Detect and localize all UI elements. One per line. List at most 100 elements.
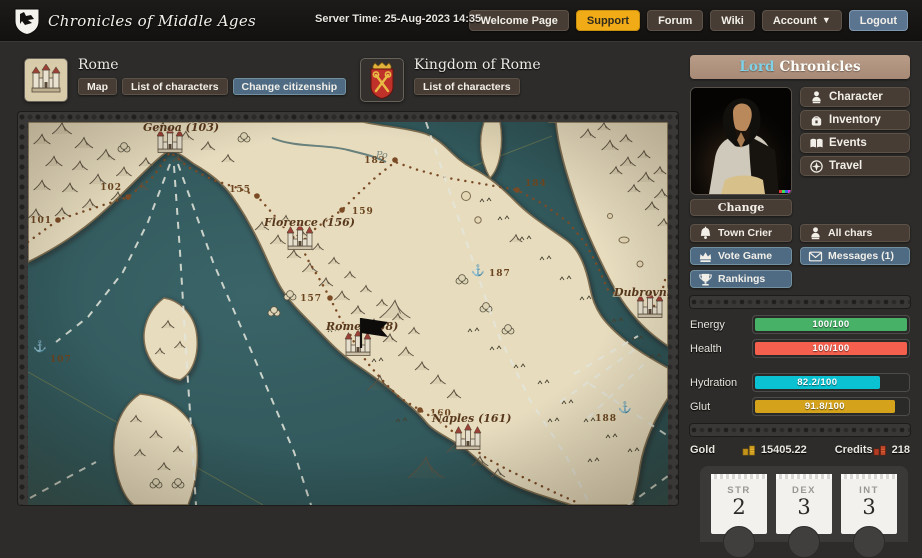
all-chars-button[interactable]: All chars [800, 224, 910, 242]
world-map[interactable]: 101102155159157182184160⚓107⚓187⚓188Geno… [28, 122, 668, 505]
button-label: List of characters [131, 81, 219, 93]
change-citizenship-button[interactable]: Change citizenship [233, 78, 347, 95]
button-label: Welcome Page [480, 15, 557, 27]
hydration-label: Hydration [690, 377, 752, 389]
svg-text:Genoa (103): Genoa (103) [143, 122, 219, 134]
vote-game-button[interactable]: Vote Game [690, 247, 792, 265]
stat-card-dex: DEX3 [776, 474, 832, 534]
button-label: Travel [829, 160, 862, 172]
list-of-characters-button[interactable]: List of characters [122, 78, 228, 95]
button-label: Change citizenship [242, 81, 338, 93]
wiki-button[interactable]: Wiki [710, 10, 755, 31]
svg-text:159: 159 [352, 207, 374, 217]
list-of-characters-button[interactable]: List of characters [414, 78, 520, 95]
satchel-icon [809, 113, 824, 128]
hydration-bar-fill: 82.2/100 [755, 376, 880, 389]
stat-knob[interactable] [723, 526, 755, 558]
divider-ornament [690, 424, 910, 436]
gold-coins-icon [742, 444, 756, 456]
energy-bar-row: Energy100/100 [690, 315, 910, 334]
support-button[interactable]: Support [576, 10, 640, 31]
button-label: Vote Game [718, 250, 772, 262]
anchor-icon: ⚓ [33, 340, 47, 353]
character-name-banner[interactable]: Lord Chronicles [690, 55, 910, 79]
messages-1-button[interactable]: Messages (1) [800, 247, 910, 265]
status-bars: Energy100/100Health100/100Hydration82.2/… [690, 315, 910, 416]
trophy-icon [698, 272, 713, 287]
kingdom-thumbnail[interactable] [360, 58, 404, 102]
svg-text:155: 155 [229, 185, 251, 195]
divider-ornament [690, 296, 910, 308]
character-sidebar: Lord Chronicles [690, 55, 910, 542]
stat-knob[interactable] [853, 526, 885, 558]
brand[interactable]: Chronicles of Middle Ages [14, 7, 256, 35]
logout-button[interactable]: Logout [849, 10, 908, 31]
account-button[interactable]: Account▼ [762, 10, 842, 31]
credits-label: Credits [835, 444, 873, 456]
stat-knob[interactable] [788, 526, 820, 558]
gold-value: 15405.22 [761, 444, 807, 456]
character-button[interactable]: Character [800, 87, 910, 107]
compass-icon [809, 159, 824, 174]
town-buttons: Map List of characters Change citizenship [78, 78, 346, 95]
health-bar: 100/100 [752, 339, 910, 358]
glut-label: Glut [690, 401, 752, 413]
gold-label: Gold [690, 444, 742, 456]
welcome-page-button[interactable]: Welcome Page [469, 10, 568, 31]
forum-button[interactable]: Forum [647, 10, 703, 31]
energy-bar: 100/100 [752, 315, 910, 334]
town-header: Rome Map List of characters Change citizen… [24, 58, 346, 102]
quick-actions: Town Crier All chars Vote Game Messages (1)… [690, 224, 910, 288]
bell-icon [698, 226, 713, 241]
events-button[interactable]: Events [800, 133, 910, 153]
hydration-bar-row: Hydration82.2/100 [690, 373, 910, 392]
inventory-button[interactable]: Inventory [800, 110, 910, 130]
anchor-icon: ⚓ [618, 401, 632, 414]
bust-icon [808, 226, 823, 241]
town-crier-button[interactable]: Town Crier [690, 224, 792, 242]
kingdom-shield-icon [369, 61, 395, 99]
button-label: Support [587, 15, 629, 27]
kingdom-name: Kingdom of Rome [414, 58, 541, 73]
town-castle-icon [28, 64, 64, 96]
stat-card-str: STR2 [711, 474, 767, 534]
app-title: Chronicles of Middle Ages [48, 12, 256, 30]
crown-icon [698, 249, 713, 264]
town-name: Rome [78, 58, 346, 73]
map-button[interactable]: Map [78, 78, 117, 95]
button-label: Character [829, 91, 883, 103]
svg-text:Dubrovnik (18: Dubrovnik (18 [613, 286, 668, 299]
glut-value: 91.8/100 [805, 401, 845, 412]
credits-value: 218 [892, 444, 910, 456]
river-label: Po [375, 150, 388, 161]
travel-button[interactable]: Travel [800, 156, 910, 176]
svg-text:102: 102 [100, 183, 122, 193]
svg-text:157: 157 [300, 294, 322, 304]
svg-text:101: 101 [30, 216, 52, 226]
button-label: Inventory [829, 114, 881, 126]
town-thumbnail[interactable] [24, 58, 68, 102]
character-name: Chronicles [779, 59, 860, 75]
stat-value: 2 [711, 496, 767, 518]
wolf-shield-logo-icon [14, 7, 40, 35]
button-label: Logout [860, 15, 897, 27]
wealth-row: Gold 15405.22 Credits 218 [690, 444, 910, 456]
character-title: Lord [739, 59, 774, 75]
kingdom-buttons: List of characters [414, 78, 541, 95]
button-label: Map [87, 81, 108, 93]
button-label: Events [829, 137, 867, 149]
rankings-button[interactable]: Rankings [690, 270, 792, 288]
server-time: Server Time: 25-Aug-2023 14:35 [315, 13, 481, 25]
top-bar: Chronicles of Middle Ages Server Time: 2… [0, 0, 922, 42]
attribute-cards: STR2DEX3INT3 [700, 466, 908, 542]
glut-bar-fill: 91.8/100 [755, 400, 895, 413]
button-label: List of characters [423, 81, 511, 93]
map-panel: 101102155159157182184160⚓107⚓187⚓188Geno… [18, 112, 678, 505]
button-label: Messages (1) [828, 250, 894, 262]
stat-value: 3 [841, 496, 897, 518]
kingdom-header: Kingdom of Rome List of characters [360, 58, 541, 102]
stat-card-int: INT3 [841, 474, 897, 534]
change-character-button[interactable]: Change [690, 199, 792, 216]
anchor-icon: ⚓ [471, 264, 485, 277]
button-label: Forum [658, 15, 692, 27]
